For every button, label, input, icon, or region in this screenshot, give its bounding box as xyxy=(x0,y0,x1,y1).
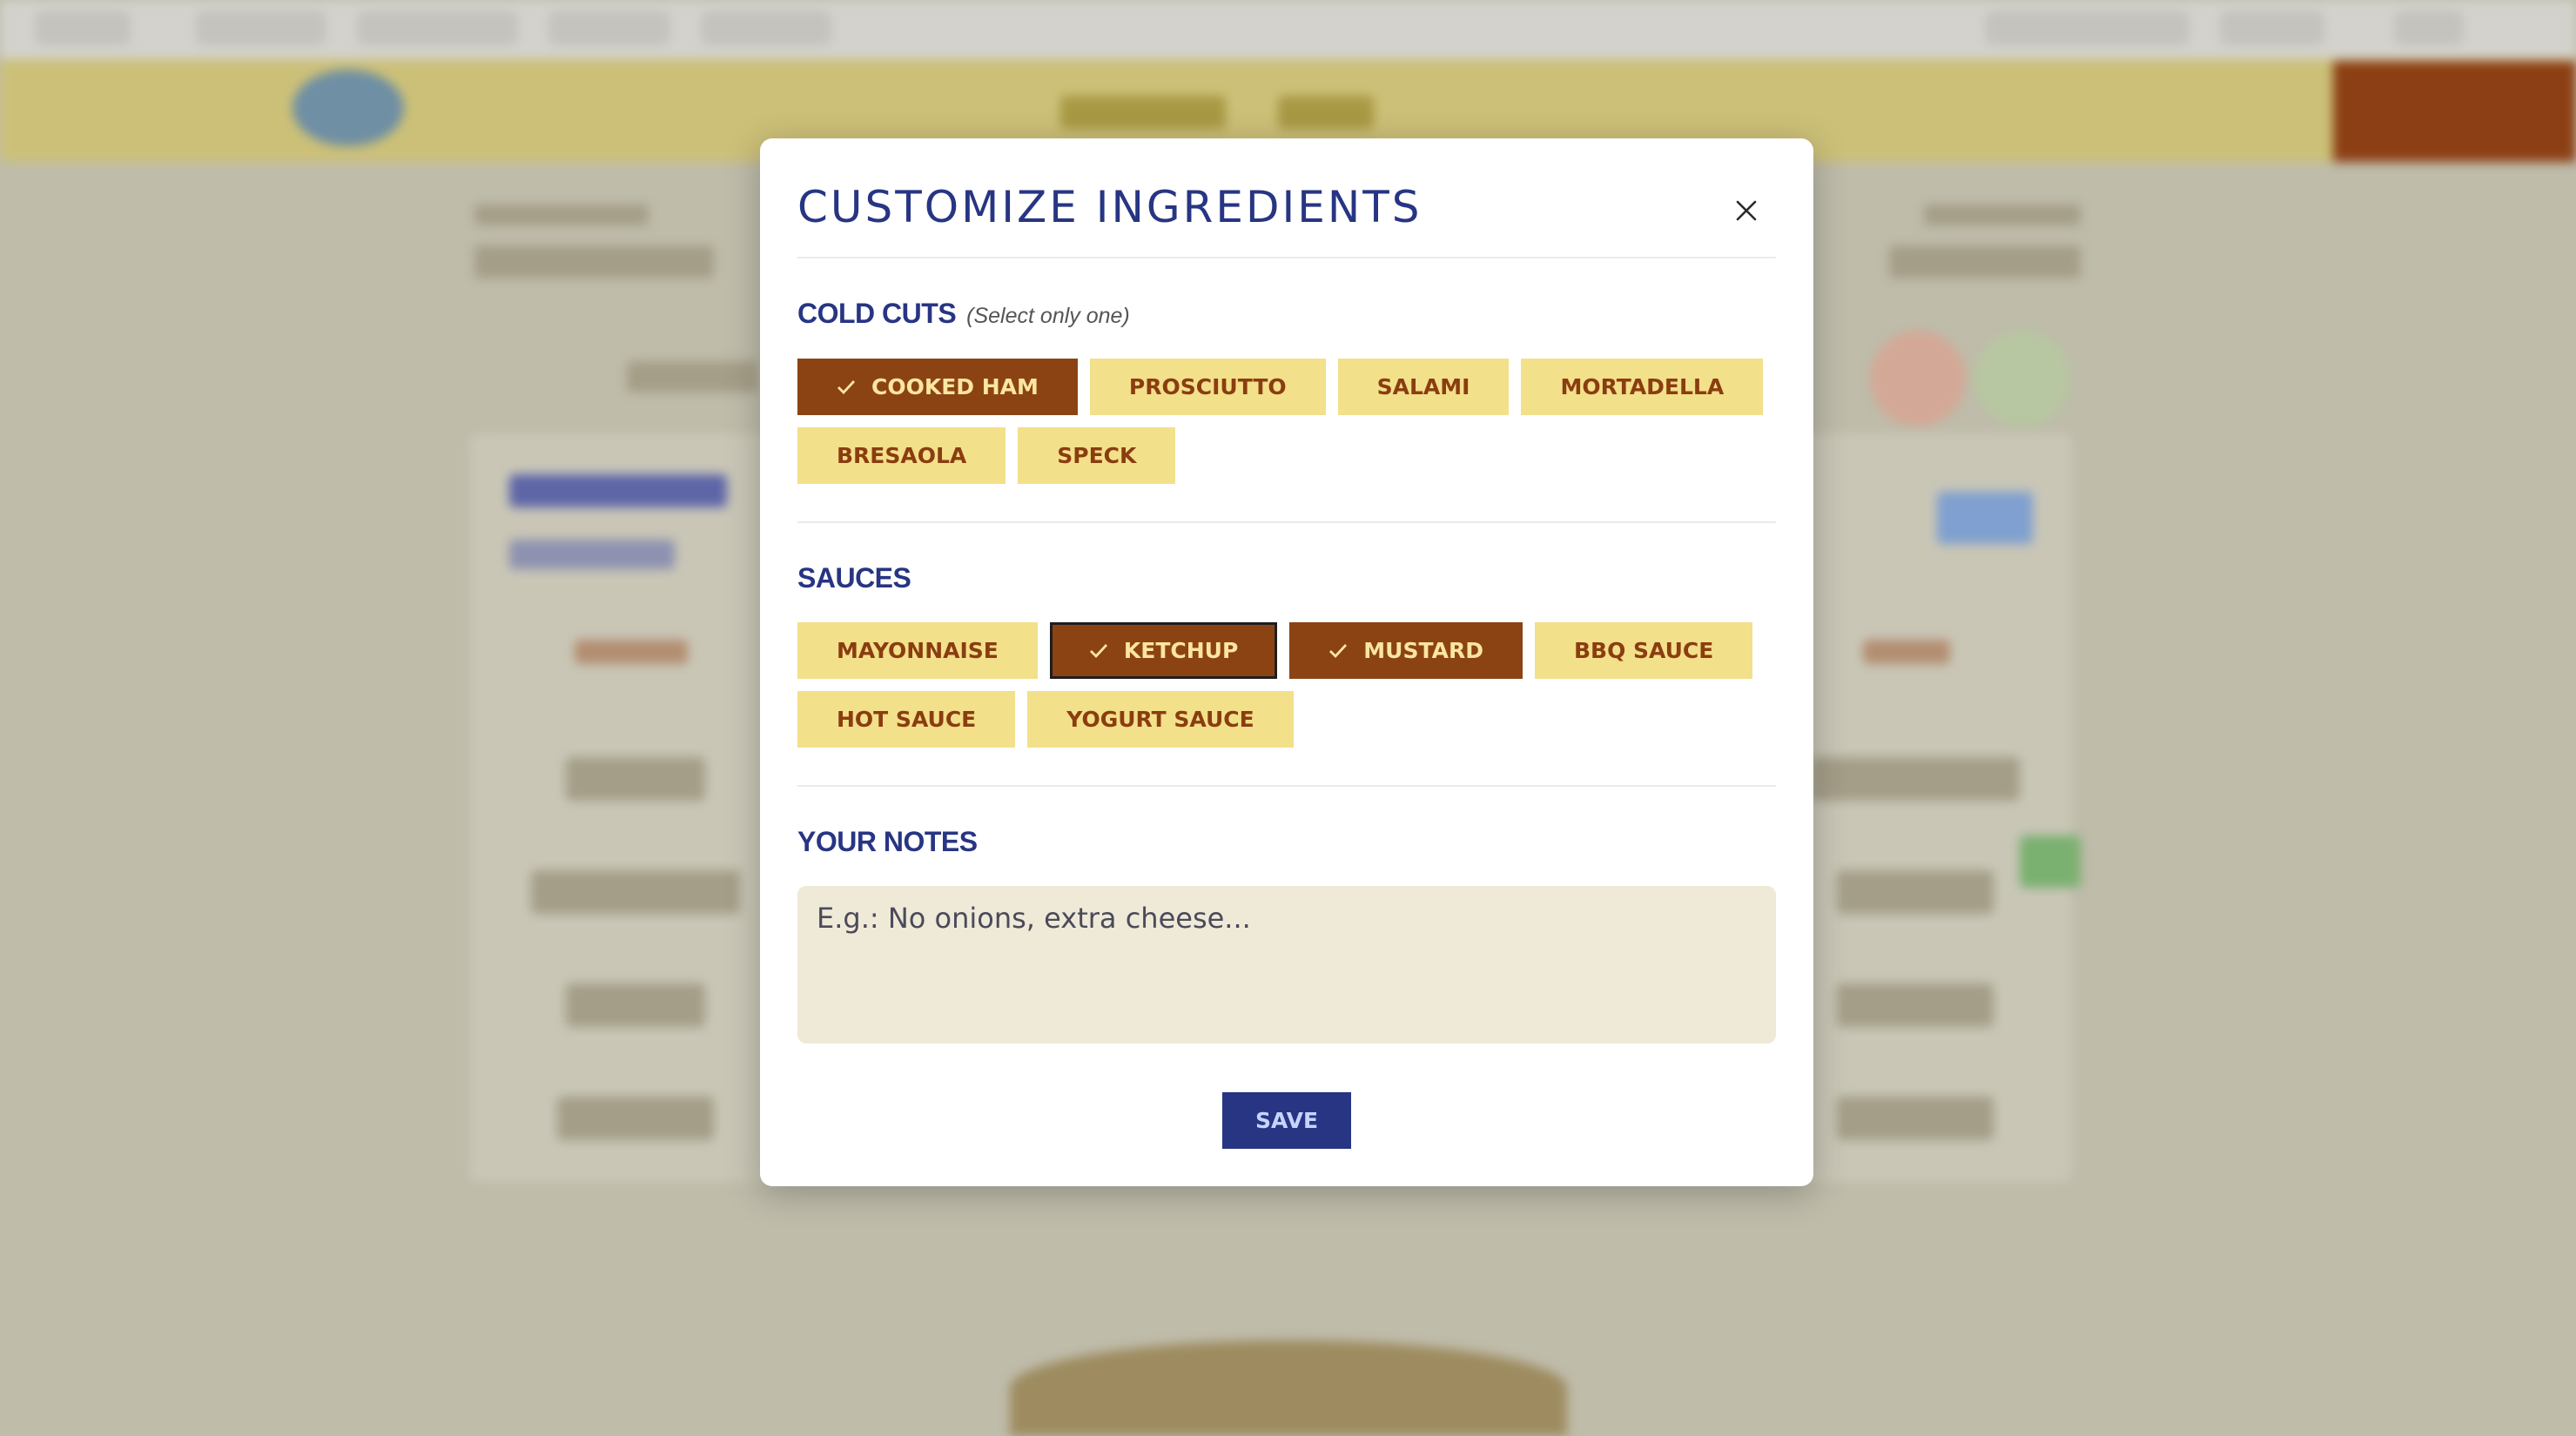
chip-salami[interactable]: SALAMI xyxy=(1338,359,1510,415)
chip-speck[interactable]: SPECK xyxy=(1018,427,1175,484)
divider xyxy=(797,785,1776,787)
chip-label: PROSCIUTTO xyxy=(1129,374,1287,399)
chip-label: YOGURT SAUCE xyxy=(1066,707,1254,732)
header-cta xyxy=(2333,61,2576,162)
cold-cuts-heading: COLD CUTS (Select only one) xyxy=(797,298,1130,330)
chip-cooked-ham[interactable]: COOKED HAM xyxy=(797,359,1078,415)
chip-label: BBQ SAUCE xyxy=(1574,638,1713,663)
sauces-row-1: MAYONNAISE KETCHUP MUSTARD BBQ SAUCE xyxy=(797,622,1752,679)
close-button[interactable] xyxy=(1725,189,1768,232)
divider xyxy=(797,521,1776,523)
chip-label: MORTADELLA xyxy=(1560,374,1724,399)
check-icon xyxy=(837,379,856,395)
site-logo xyxy=(293,70,404,146)
chip-label: BRESAOLA xyxy=(837,443,966,468)
chip-bresaola[interactable]: BRESAOLA xyxy=(797,427,1006,484)
browser-bookmark-bar xyxy=(0,0,2576,59)
chip-label: KETCHUP xyxy=(1124,638,1238,663)
chip-mayonnaise[interactable]: MAYONNAISE xyxy=(797,622,1038,679)
modal-title: CUSTOMIZE INGREDIENTS xyxy=(797,182,1423,232)
chip-label: MUSTARD xyxy=(1363,638,1483,663)
chip-ketchup[interactable]: KETCHUP xyxy=(1050,622,1277,679)
check-icon xyxy=(1328,643,1348,659)
sauces-title: SAUCES xyxy=(797,562,911,594)
chip-mortadella[interactable]: MORTADELLA xyxy=(1521,359,1763,415)
notes-title: YOUR NOTES xyxy=(797,826,978,857)
sauces-heading: SAUCES xyxy=(797,562,911,594)
chip-label: SALAMI xyxy=(1377,374,1470,399)
divider xyxy=(797,257,1776,258)
chip-yogurt-sauce[interactable]: YOGURT SAUCE xyxy=(1027,691,1293,748)
cold-cuts-row-2: BRESAOLA SPECK xyxy=(797,427,1175,484)
customize-ingredients-modal: CUSTOMIZE INGREDIENTS COLD CUTS (Select o… xyxy=(760,138,1813,1186)
check-icon xyxy=(1089,643,1108,659)
chip-label: MAYONNAISE xyxy=(837,638,999,663)
chip-hot-sauce[interactable]: HOT SAUCE xyxy=(797,691,1015,748)
save-button[interactable]: SAVE xyxy=(1222,1092,1351,1149)
chip-mustard[interactable]: MUSTARD xyxy=(1289,622,1523,679)
close-icon xyxy=(1736,200,1757,221)
chip-label: HOT SAUCE xyxy=(837,707,976,732)
cold-cuts-hint: (Select only one) xyxy=(966,304,1130,328)
chip-bbq-sauce[interactable]: BBQ SAUCE xyxy=(1535,622,1752,679)
chip-label: SPECK xyxy=(1057,443,1136,468)
chip-prosciutto[interactable]: PROSCIUTTO xyxy=(1090,359,1326,415)
notes-textarea[interactable] xyxy=(797,886,1776,1043)
notes-heading: YOUR NOTES xyxy=(797,826,978,858)
chip-label: COOKED HAM xyxy=(871,374,1039,399)
sauces-row-2: HOT SAUCE YOGURT SAUCE xyxy=(797,691,1294,748)
cold-cuts-row-1: COOKED HAM PROSCIUTTO SALAMI MORTADELLA xyxy=(797,359,1763,415)
cold-cuts-title: COLD CUTS xyxy=(797,298,956,329)
